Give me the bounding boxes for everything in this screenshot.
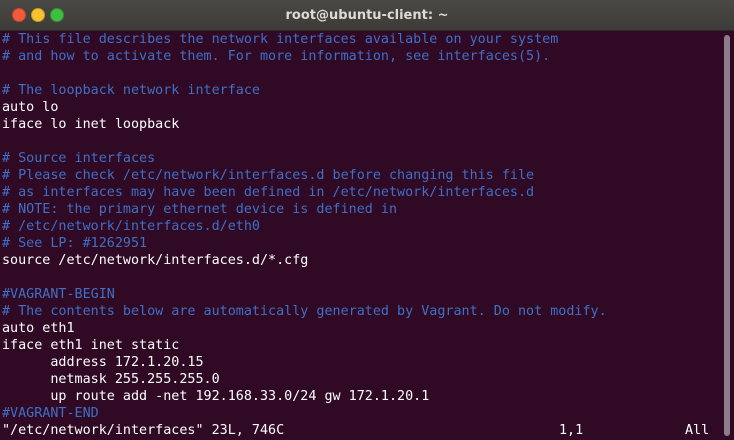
- terminal-content[interactable]: # This file describes the network interf…: [0, 31, 720, 440]
- comment-line: #VAGRANT-END: [2, 406, 99, 421]
- comment-line: # The contents below are automatically g…: [2, 304, 607, 319]
- code-line: source /etc/network/interfaces.d/*.cfg: [2, 253, 309, 268]
- code-line: auto lo: [2, 100, 59, 115]
- code-line: iface eth1 inet static: [2, 338, 180, 353]
- scrollbar-thumb[interactable]: [724, 35, 730, 436]
- code-line: iface lo inet loopback: [2, 117, 180, 132]
- vim-status-line: "/etc/network/interfaces" 23L, 746C 1,1 …: [0, 422, 720, 439]
- comment-line: # This file describes the network interf…: [2, 32, 559, 47]
- terminal-window: × – + root@ubuntu-client: ~ # This file …: [0, 0, 734, 440]
- comment-line: #VAGRANT-BEGIN: [2, 287, 115, 302]
- code-line: netmask 255.255.255.0: [2, 372, 220, 387]
- comment-line: # NOTE: the primary ethernet device is d…: [2, 202, 398, 217]
- comment-line: # See LP: #1262951: [2, 236, 148, 251]
- status-cursor-position: 1,1: [559, 423, 584, 438]
- code-line: auto eth1: [2, 321, 75, 336]
- scrollbar[interactable]: [720, 31, 734, 440]
- window-title: root@ubuntu-client: ~: [285, 8, 449, 23]
- code-line: up route add -net 192.168.33.0/24 gw 172…: [2, 389, 430, 404]
- status-file-info: "/etc/network/interfaces" 23L, 746C: [2, 423, 285, 438]
- title-bar[interactable]: × – + root@ubuntu-client: ~: [0, 0, 734, 31]
- editor-lines: # This file describes the network interf…: [0, 31, 720, 422]
- comment-line: # and how to activate them. For more inf…: [2, 49, 551, 64]
- comment-line: # The loopback network interface: [2, 83, 260, 98]
- comment-line: # Source interfaces: [2, 151, 156, 166]
- comment-line: # as interfaces may have been defined in…: [2, 185, 535, 200]
- comment-line: # /etc/network/interfaces.d/eth0: [2, 219, 260, 234]
- status-scroll-position: All: [685, 423, 710, 438]
- code-line: address 172.1.20.15: [2, 355, 204, 370]
- comment-line: # Please check /etc/network/interfaces.d…: [2, 168, 535, 183]
